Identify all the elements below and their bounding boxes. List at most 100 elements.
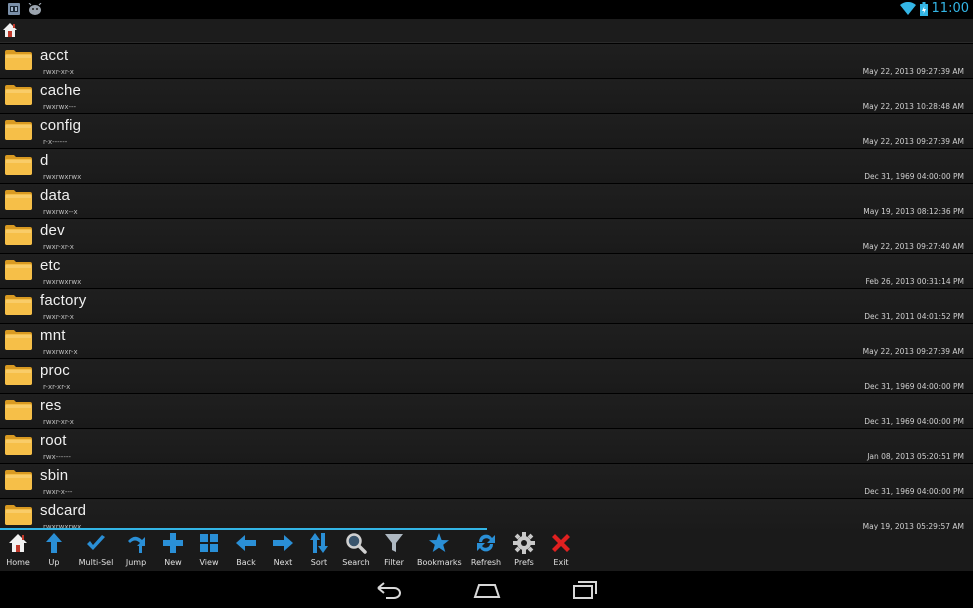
file-permissions: rwx------	[43, 453, 71, 461]
folder-icon	[5, 400, 32, 420]
file-name: etc	[40, 257, 61, 274]
clock: 11:00	[931, 1, 969, 16]
file-name: sdcard	[40, 502, 87, 519]
gear-icon	[513, 532, 535, 554]
left-arrow-icon	[236, 535, 256, 551]
folder-icon	[5, 225, 32, 245]
exit-button[interactable]: Exit	[539, 532, 583, 570]
file-name: factory	[40, 292, 87, 309]
close-icon	[552, 534, 570, 552]
file-name: data	[40, 187, 70, 204]
file-row[interactable]: acct rwxr-xr-x May 22, 2013 09:27:39 AM	[0, 44, 973, 78]
file-permissions: rwxr-xr-x	[43, 418, 74, 426]
file-date: May 22, 2013 09:27:39 AM	[862, 67, 964, 76]
wifi-icon	[899, 2, 916, 15]
android-debug-icon	[28, 3, 42, 15]
file-name: acct	[40, 47, 69, 64]
file-permissions: rwxrwxrwx	[43, 173, 82, 181]
star-icon	[429, 533, 449, 552]
tool-label: Up	[48, 558, 60, 567]
folder-icon	[5, 120, 32, 140]
plus-icon	[163, 533, 183, 553]
path-bar	[0, 19, 973, 43]
back-nav-icon[interactable]	[374, 580, 404, 600]
sort-icon	[310, 533, 328, 553]
folder-icon	[5, 190, 32, 210]
file-row[interactable]: etc rwxrwxrwx Feb 26, 2013 00:31:14 PM	[0, 254, 973, 288]
jump-arrow-icon	[128, 536, 145, 553]
file-date: Jan 08, 2013 05:20:51 PM	[867, 452, 964, 461]
funnel-icon	[385, 534, 403, 552]
bottom-toolbar: Home Up Multi-Sel Jump New View Back Next Sort Se…	[0, 530, 973, 571]
home-nav-icon[interactable]	[472, 580, 502, 600]
file-permissions: rwxrwxr-x	[43, 348, 78, 356]
folder-icon	[5, 50, 32, 70]
app-notification-icon	[8, 3, 20, 15]
file-row[interactable]: proc r-xr-xr-x Dec 31, 1969 04:00:00 PM	[0, 359, 973, 393]
folder-icon	[5, 260, 32, 280]
multi-sel-button[interactable]: Multi-Sel	[74, 532, 118, 570]
file-name: dev	[40, 222, 65, 239]
grid-icon	[200, 534, 218, 552]
file-name: config	[40, 117, 82, 134]
file-date: Dec 31, 2011 04:01:52 PM	[864, 312, 964, 321]
file-date: Dec 31, 1969 04:00:00 PM	[864, 382, 964, 391]
file-permissions: rwxr-xr-x	[43, 243, 74, 251]
home-icon[interactable]	[2, 22, 18, 38]
file-row[interactable]: dev rwxr-xr-x May 22, 2013 09:27:40 AM	[0, 219, 973, 253]
up-button[interactable]: Up	[32, 532, 76, 570]
folder-icon	[5, 330, 32, 350]
up-arrow-icon	[46, 533, 62, 553]
file-row[interactable]: root rwx------ Jan 08, 2013 05:20:51 PM	[0, 429, 973, 463]
file-row[interactable]: config r-x------ May 22, 2013 09:27:39 AM	[0, 114, 973, 148]
recent-apps-icon[interactable]	[570, 580, 600, 600]
file-name: res	[40, 397, 62, 414]
tool-label: Multi-Sel	[78, 558, 114, 567]
file-date: May 19, 2013 05:29:57 AM	[862, 522, 964, 530]
file-row[interactable]: mnt rwxrwxr-x May 22, 2013 09:27:39 AM	[0, 324, 973, 358]
file-row[interactable]: res rwxr-xr-x Dec 31, 1969 04:00:00 PM	[0, 394, 973, 428]
file-name: sbin	[40, 467, 69, 484]
bookmarks-button[interactable]: Bookmarks	[417, 532, 462, 570]
file-permissions: rwxr-x---	[43, 488, 73, 496]
file-row[interactable]: sbin rwxr-x--- Dec 31, 1969 04:00:00 PM	[0, 464, 973, 498]
tool-label: Exit	[553, 558, 569, 567]
file-permissions: r-xr-xr-x	[43, 383, 71, 391]
refresh-icon	[477, 534, 495, 552]
file-permissions: rwxr-xr-x	[43, 313, 74, 321]
file-row[interactable]: d rwxrwxrwx Dec 31, 1969 04:00:00 PM	[0, 149, 973, 183]
file-row[interactable]: sdcard rwxrwxrwx May 19, 2013 05:29:57 AM	[0, 499, 973, 530]
tool-label: Filter	[384, 558, 404, 567]
file-date: May 22, 2013 09:27:39 AM	[862, 347, 964, 356]
file-date: May 22, 2013 09:27:39 AM	[862, 137, 964, 146]
file-permissions: rwxrwxrwx	[43, 278, 82, 286]
file-date: Dec 31, 1969 04:00:00 PM	[864, 172, 964, 181]
file-list[interactable]: acct rwxr-xr-x May 22, 2013 09:27:39 AM cac…	[0, 44, 973, 530]
file-date: Feb 26, 2013 00:31:14 PM	[865, 277, 964, 286]
file-name: mnt	[40, 327, 66, 344]
file-row[interactable]: cache rwxrwx--- May 22, 2013 10:28:48 AM	[0, 79, 973, 113]
navigation-bar	[0, 571, 973, 608]
right-arrow-icon	[273, 535, 293, 551]
folder-icon	[5, 435, 32, 455]
checkmark-icon	[87, 535, 105, 550]
file-row[interactable]: data rwxrwx--x May 19, 2013 08:12:36 PM	[0, 184, 973, 218]
file-name: cache	[40, 82, 82, 99]
file-permissions: rwxrwx---	[43, 103, 77, 111]
file-date: May 22, 2013 09:27:40 AM	[862, 242, 964, 251]
filter-button[interactable]: Filter	[372, 532, 416, 570]
home-icon	[9, 534, 27, 552]
file-row[interactable]: factory rwxr-xr-x Dec 31, 2011 04:01:52 PM	[0, 289, 973, 323]
file-date: May 19, 2013 08:12:36 PM	[863, 207, 964, 216]
battery-icon	[919, 1, 928, 16]
folder-icon	[5, 505, 32, 525]
magnifier-icon	[346, 533, 367, 554]
file-name: proc	[40, 362, 70, 379]
folder-icon	[5, 295, 32, 315]
file-name: root	[40, 432, 67, 449]
file-name: d	[40, 152, 49, 169]
folder-icon	[5, 365, 32, 385]
folder-icon	[5, 85, 32, 105]
file-date: Dec 31, 1969 04:00:00 PM	[864, 487, 964, 496]
status-bar: 11:00	[0, 0, 973, 19]
